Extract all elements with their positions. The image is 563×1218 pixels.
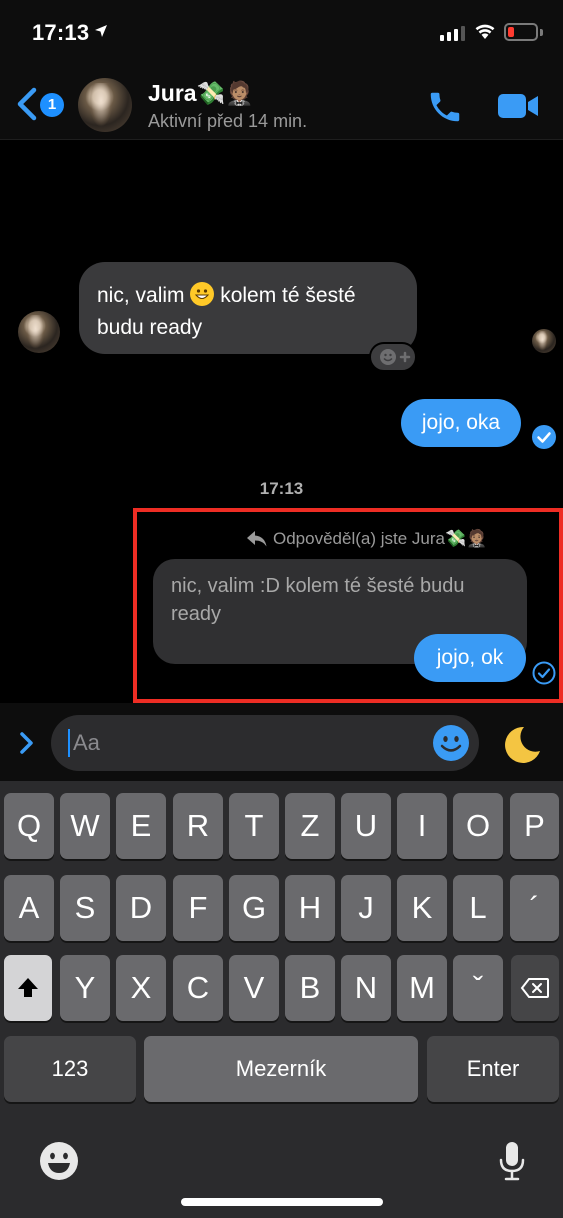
key-e[interactable]: E (116, 793, 166, 859)
keyboard-emoji-icon[interactable] (38, 1140, 80, 1182)
shift-key[interactable] (4, 955, 52, 1021)
message-input[interactable]: Aa (51, 715, 479, 771)
numbers-key[interactable]: 123 (4, 1036, 136, 1102)
sender-avatar[interactable] (18, 311, 60, 353)
message-composer: Aa (0, 703, 563, 781)
sent-check-icon (532, 661, 556, 685)
unread-badge[interactable]: 1 (40, 93, 64, 117)
key-caron[interactable]: ˇ (453, 955, 503, 1021)
key-s[interactable]: S (60, 875, 110, 941)
key-l[interactable]: L (453, 875, 503, 941)
space-key[interactable]: Mezerník (144, 1036, 418, 1102)
key-o[interactable]: O (453, 793, 503, 859)
phone-icon[interactable] (426, 88, 464, 126)
key-r[interactable]: R (173, 793, 223, 859)
grinning-emoji-icon (190, 282, 215, 306)
enter-key[interactable]: Enter (427, 1036, 559, 1102)
key-n[interactable]: N (341, 955, 391, 1021)
seen-avatar (532, 329, 556, 353)
message-list[interactable]: nic, valim kolem té šesté budu ready joj… (0, 141, 563, 703)
message-input-placeholder: Aa (73, 730, 100, 755)
key-a[interactable]: A (4, 875, 54, 941)
backspace-key[interactable] (511, 955, 559, 1021)
text-caret (68, 729, 70, 757)
key-t[interactable]: T (229, 793, 279, 859)
moon-icon[interactable] (500, 724, 542, 766)
outgoing-message-bubble[interactable]: jojo, oka (401, 399, 521, 447)
conversation-header: 1 Jura💸🤵🏽 Aktivní před 14 min. (0, 68, 563, 140)
key-u[interactable]: U (341, 793, 391, 859)
add-reaction-button[interactable] (369, 342, 417, 372)
status-bar: 17:13 (0, 0, 563, 68)
read-check-icon (532, 425, 556, 449)
key-b[interactable]: B (285, 955, 335, 1021)
key-acute[interactable]: ´ (510, 875, 559, 941)
reply-message-bubble[interactable]: jojo, ok (414, 634, 526, 682)
microphone-icon[interactable] (498, 1140, 526, 1182)
reply-arrow-icon (247, 531, 267, 547)
contact-name[interactable]: Jura💸🤵🏽 (148, 80, 254, 107)
video-icon[interactable] (496, 92, 540, 120)
emoji-icon[interactable] (432, 724, 470, 762)
contact-status: Aktivní před 14 min. (148, 111, 308, 131)
wifi-icon (475, 24, 495, 39)
key-c[interactable]: C (173, 955, 223, 1021)
expand-icon[interactable] (18, 731, 36, 755)
location-arrow-icon (95, 25, 107, 37)
key-v[interactable]: V (229, 955, 279, 1021)
key-q[interactable]: Q (4, 793, 54, 859)
key-p[interactable]: P (510, 793, 559, 859)
key-j[interactable]: J (341, 875, 391, 941)
home-indicator[interactable] (181, 1198, 383, 1206)
key-g[interactable]: G (229, 875, 279, 941)
backspace-icon (520, 978, 549, 998)
key-y[interactable]: Y (60, 955, 110, 1021)
key-h[interactable]: H (285, 875, 335, 941)
key-w[interactable]: W (60, 793, 110, 859)
incoming-message-text: nic, valim kolem té šesté budu ready (97, 282, 356, 339)
key-i[interactable]: I (397, 793, 447, 859)
key-k[interactable]: K (397, 875, 447, 941)
key-x[interactable]: X (116, 955, 166, 1021)
key-d[interactable]: D (116, 875, 166, 941)
time-separator: 17:13 (259, 479, 304, 498)
battery-icon (504, 23, 538, 41)
incoming-message-bubble[interactable]: nic, valim kolem té šesté budu ready (79, 262, 417, 354)
signal-icon (440, 25, 465, 41)
key-f[interactable]: F (173, 875, 223, 941)
shift-icon (18, 978, 38, 997)
key-z[interactable]: Z (285, 793, 335, 859)
add-reaction-icon (380, 349, 411, 365)
quoted-message-text: nic, valim :D kolem té šesté budu ready (171, 575, 465, 625)
reply-label: Odpověděl(a) jste Jura💸🤵🏽 (273, 529, 488, 548)
contact-avatar[interactable] (78, 78, 132, 132)
key-m[interactable]: M (397, 955, 447, 1021)
status-time: 17:13 (32, 20, 90, 45)
